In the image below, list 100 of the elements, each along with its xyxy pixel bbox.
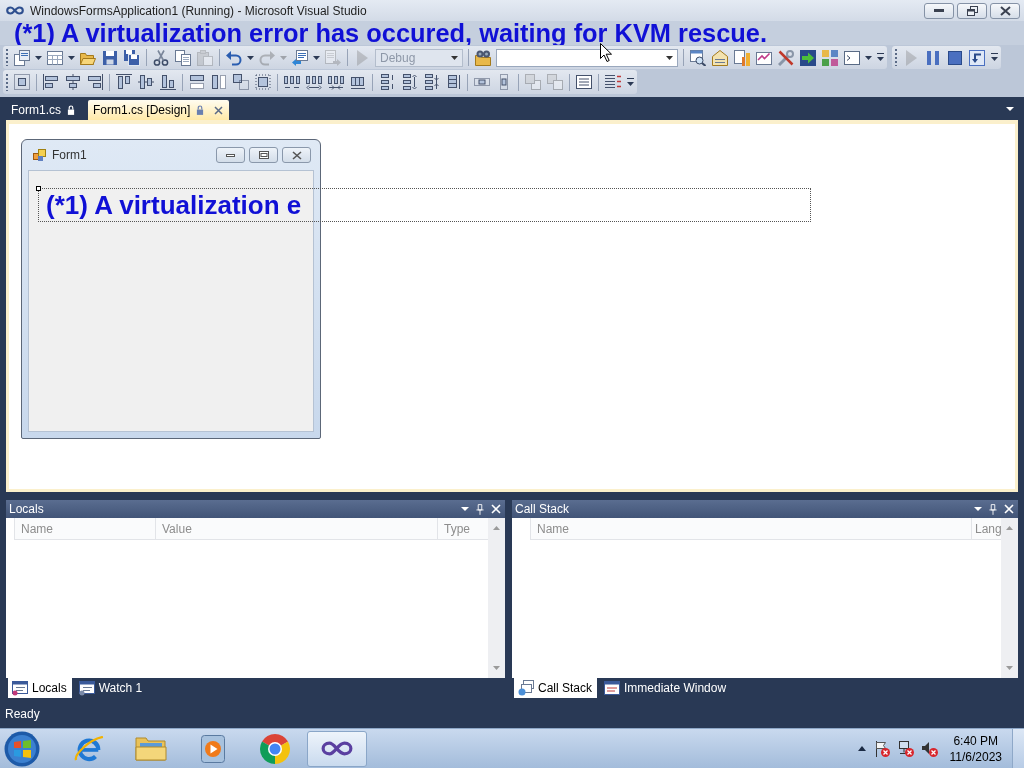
panel-tab[interactable]: Call Stack <box>514 678 598 698</box>
equal-vertical-spacing-icon[interactable] <box>379 74 395 90</box>
minimize-icon <box>226 153 235 157</box>
arrow-tile-icon[interactable] <box>800 49 816 66</box>
binoculars-folder-icon[interactable] <box>475 49 491 66</box>
decrease-spacing-icon[interactable] <box>328 74 344 90</box>
same-width-icon[interactable] <box>189 74 205 90</box>
caret-icon[interactable] <box>1006 106 1014 111</box>
maximize-button[interactable] <box>249 147 278 163</box>
close-button[interactable] <box>990 2 1020 19</box>
same-height-icon[interactable] <box>211 74 227 90</box>
start-orb-icon[interactable] <box>4 730 40 767</box>
caret-icon[interactable] <box>974 507 982 511</box>
chrome-icon[interactable] <box>260 733 290 764</box>
caret-icon[interactable] <box>461 507 469 511</box>
taskbar-button[interactable] <box>307 730 367 767</box>
caret-icon <box>451 55 458 60</box>
chart-window-icon[interactable] <box>756 49 772 66</box>
caret-icon[interactable] <box>35 55 42 60</box>
window-bars-icon[interactable] <box>734 49 750 66</box>
form-title: Form1 <box>52 148 87 162</box>
four-blocks-icon[interactable] <box>822 49 838 66</box>
pin-icon[interactable] <box>476 503 484 515</box>
close-icon <box>291 150 302 160</box>
mouse-pointer-icon <box>600 43 612 62</box>
remove-spacing-icon[interactable] <box>350 74 366 90</box>
align-right-icon[interactable] <box>87 74 103 90</box>
clock-time[interactable]: 6:40 PM <box>953 732 999 749</box>
infinity-logo-icon <box>6 6 24 15</box>
play-tile-icon[interactable] <box>201 734 225 763</box>
floppy-disks-icon[interactable] <box>124 49 140 66</box>
console-window-icon[interactable] <box>844 49 860 66</box>
pin-icon[interactable] <box>989 503 997 515</box>
console-window-icon <box>604 680 621 696</box>
panel-title: Locals <box>9 502 45 516</box>
overflow-chevron-icon[interactable] <box>991 53 998 62</box>
status-text: Ready <box>5 707 40 721</box>
align-center-icon[interactable] <box>65 74 81 90</box>
panel-tab[interactable]: Immediate Window <box>600 678 732 698</box>
resize-handle[interactable] <box>36 186 41 191</box>
stop-icon[interactable] <box>947 49 963 66</box>
speaker-muted-icon[interactable] <box>921 740 938 757</box>
table-window-icon[interactable] <box>47 49 63 66</box>
close-icon <box>999 5 1011 16</box>
overflow-chevron-icon[interactable] <box>627 77 634 87</box>
decrease-vertical-spacing-icon[interactable] <box>423 74 439 90</box>
caret-icon[interactable] <box>865 55 872 60</box>
window-arrow-icon[interactable] <box>292 49 308 66</box>
house-icon[interactable] <box>712 49 728 66</box>
panel-tab[interactable]: Watch 1 <box>74 678 148 698</box>
grid-align-icon[interactable] <box>14 74 30 90</box>
undo-arrow-icon[interactable] <box>226 49 242 66</box>
restore-button[interactable] <box>957 2 987 19</box>
window-title: WindowsFormsApplication1 (Running) - Microsoft Visual Studio <box>30 3 367 18</box>
two-pages-icon[interactable] <box>175 49 191 66</box>
error-message: (*1) A virtualization error has occured, waiting for KVM rescue. <box>14 21 767 45</box>
size-to-grid-icon[interactable] <box>255 74 271 90</box>
lines-window-icon[interactable] <box>576 74 592 90</box>
align-top-icon[interactable] <box>116 74 132 90</box>
form-icon <box>33 149 46 161</box>
caret-icon <box>666 55 673 60</box>
overflow-chevron-icon[interactable] <box>877 53 884 62</box>
caret-icon[interactable] <box>68 55 75 60</box>
label-control[interactable]: (*1) A virtualization e <box>38 188 811 222</box>
document-tab[interactable]: Form1.cs [Design] <box>88 100 230 120</box>
lock-icon <box>67 105 75 115</box>
scissors-icon[interactable] <box>153 49 169 66</box>
dropdown-field[interactable] <box>496 48 678 67</box>
same-size-icon[interactable] <box>233 74 249 90</box>
minimize-button[interactable] <box>924 2 954 19</box>
align-middle-icon[interactable] <box>138 74 154 90</box>
network-icon[interactable] <box>897 740 914 757</box>
infinity-logo-icon[interactable] <box>321 741 353 756</box>
document-tab[interactable]: Form1.cs <box>6 100 81 120</box>
stacked-frames-icon <box>518 680 534 696</box>
restore-icon <box>966 5 978 16</box>
close-icon[interactable] <box>214 105 224 115</box>
window-list-icon <box>78 680 95 696</box>
increase-spacing-icon[interactable] <box>306 74 322 90</box>
equal-spacing-icon[interactable] <box>284 74 300 90</box>
wrench-screwdriver-icon[interactable] <box>778 49 794 66</box>
align-left-icon[interactable] <box>43 74 59 90</box>
increase-vertical-spacing-icon[interactable] <box>401 74 417 90</box>
remove-vertical-spacing-icon[interactable] <box>445 74 461 90</box>
caret-icon[interactable] <box>313 55 320 60</box>
panel-title: Call Stack <box>515 502 571 516</box>
align-bottom-icon[interactable] <box>160 74 176 90</box>
caret-icon[interactable] <box>247 55 254 60</box>
magnifier-window-icon[interactable] <box>690 49 706 66</box>
close-button[interactable] <box>282 147 311 163</box>
panel-tab[interactable]: Locals <box>8 678 72 698</box>
window-list-icon <box>12 680 28 696</box>
browser-e-icon[interactable] <box>74 735 104 762</box>
minimize-button[interactable] <box>216 147 245 163</box>
flag-icon[interactable] <box>873 740 890 757</box>
list-lines-icon[interactable] <box>605 74 621 90</box>
tray-arrow-icon[interactable] <box>857 746 866 751</box>
clock-date[interactable]: 11/6/2023 <box>949 748 1002 765</box>
pause-icon[interactable] <box>925 49 941 66</box>
windows-stack-icon[interactable] <box>14 49 30 66</box>
